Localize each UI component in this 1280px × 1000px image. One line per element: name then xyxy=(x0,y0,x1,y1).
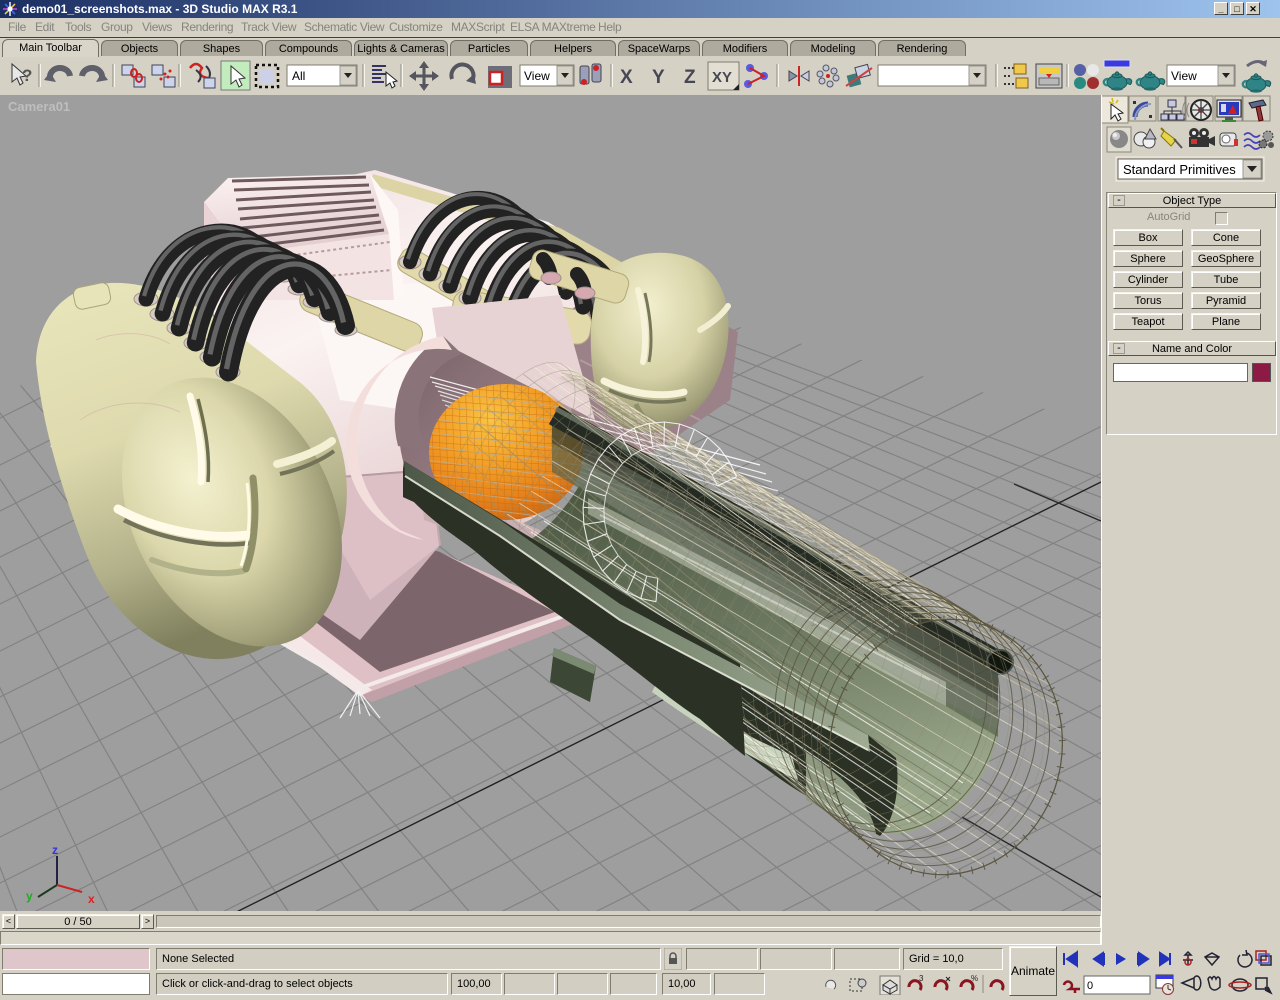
svg-text:All: All xyxy=(292,69,305,83)
svg-text:Y: Y xyxy=(652,67,665,88)
svg-text:Z: Z xyxy=(684,67,696,88)
svg-text:Standard Primitives: Standard Primitives xyxy=(1123,162,1236,177)
svg-text:X: X xyxy=(620,67,633,88)
svg-text:Camera01: Camera01 xyxy=(8,99,70,114)
svg-text:x: x xyxy=(88,892,95,906)
svg-text:%: % xyxy=(971,974,978,983)
svg-text:View: View xyxy=(1171,69,1197,83)
svg-text:XY: XY xyxy=(712,69,732,86)
svg-text:3: 3 xyxy=(919,974,924,983)
svg-text:0: 0 xyxy=(1087,980,1093,992)
svg-text:y: y xyxy=(26,889,33,903)
svg-text:z: z xyxy=(52,843,58,857)
svg-text:View: View xyxy=(524,69,550,83)
svg-text:?: ? xyxy=(22,66,32,85)
